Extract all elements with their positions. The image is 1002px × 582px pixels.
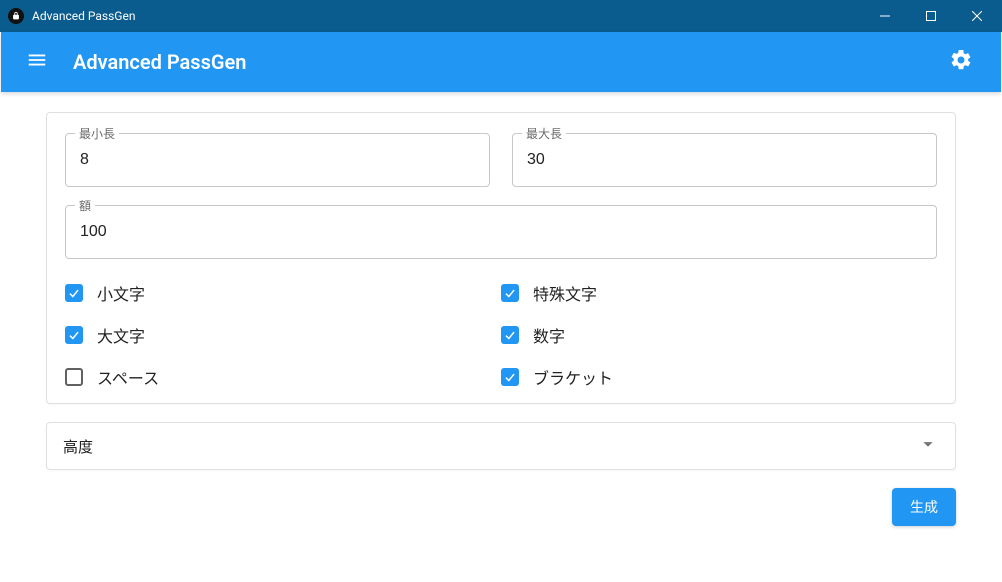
gear-icon: [949, 48, 973, 76]
advanced-label: 高度: [63, 436, 93, 457]
spaces-checkbox[interactable]: スペース: [65, 365, 501, 389]
amount-field: 額: [65, 205, 937, 259]
checkbox-icon: [65, 284, 83, 302]
amount-input[interactable]: [65, 205, 937, 259]
window-close-button[interactable]: [954, 0, 1000, 32]
checkbox-icon: [501, 284, 519, 302]
settings-button[interactable]: [941, 42, 981, 82]
main-content: 最小長 最大長 額 小文字 大文字: [0, 92, 1002, 546]
amount-label: 額: [75, 197, 95, 214]
min-length-label: 最小長: [75, 125, 119, 142]
numbers-label: 数字: [533, 323, 565, 347]
checkbox-icon: [65, 326, 83, 344]
app-icon: [8, 8, 24, 24]
window-minimize-button[interactable]: [862, 0, 908, 32]
app-header: Advanced PassGen: [1, 32, 1001, 92]
min-length-field: 最小長: [65, 133, 490, 187]
max-length-field: 最大長: [512, 133, 937, 187]
checkbox-icon: [501, 326, 519, 344]
lowercase-checkbox[interactable]: 小文字: [65, 281, 501, 305]
min-length-input[interactable]: [65, 133, 490, 187]
checkbox-group: 小文字 大文字 スペース 特殊文字 数字: [65, 277, 937, 389]
generate-button[interactable]: 生成: [892, 488, 956, 526]
brackets-checkbox[interactable]: ブラケット: [501, 365, 937, 389]
chevron-down-icon: [917, 433, 939, 459]
uppercase-label: 大文字: [97, 323, 145, 347]
window-titlebar: Advanced PassGen: [0, 0, 1002, 32]
brackets-label: ブラケット: [533, 365, 613, 389]
window-title: Advanced PassGen: [32, 9, 135, 23]
checkbox-icon: [65, 368, 83, 386]
window-maximize-button[interactable]: [908, 0, 954, 32]
advanced-accordion[interactable]: 高度: [46, 422, 956, 470]
numbers-checkbox[interactable]: 数字: [501, 323, 937, 347]
app-title: Advanced PassGen: [73, 50, 246, 74]
max-length-label: 最大長: [522, 125, 566, 142]
actions-row: 生成: [46, 488, 956, 526]
max-length-input[interactable]: [512, 133, 937, 187]
lowercase-label: 小文字: [97, 281, 145, 305]
hamburger-icon: [26, 49, 48, 75]
spaces-label: スペース: [97, 365, 159, 389]
checkbox-icon: [501, 368, 519, 386]
special-checkbox[interactable]: 特殊文字: [501, 281, 937, 305]
uppercase-checkbox[interactable]: 大文字: [65, 323, 501, 347]
special-label: 特殊文字: [533, 281, 597, 305]
options-card: 最小長 最大長 額 小文字 大文字: [46, 112, 956, 404]
menu-button[interactable]: [17, 42, 57, 82]
